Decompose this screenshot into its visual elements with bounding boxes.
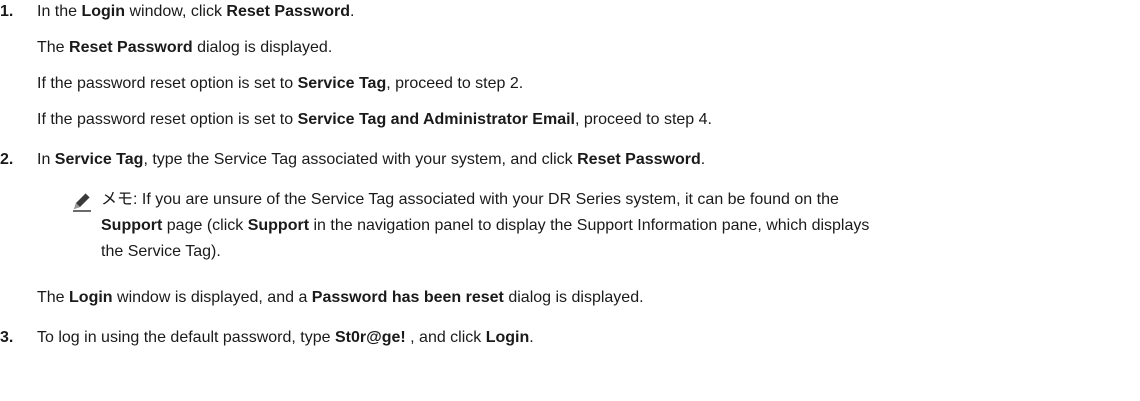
ui-term-login: Login	[485, 329, 530, 346]
step-number: 3.	[0, 329, 14, 346]
pencil-note-icon	[73, 192, 91, 212]
ui-term-reset-password: Reset Password	[69, 39, 193, 56]
ui-term-reset-password: Reset Password	[226, 3, 351, 20]
step-3-instruction: To log in using the default password, ty…	[37, 329, 534, 346]
ui-term-support: Support	[101, 217, 163, 234]
ui-term-service-tag: Service Tag	[54, 151, 144, 168]
note-line-3: the Service Tag).	[101, 243, 221, 260]
ui-term-login: Login	[69, 289, 113, 306]
step-1-instruction: In the Login window, click Reset Passwor…	[37, 3, 355, 20]
ui-term-reset-password: Reset Password	[577, 151, 701, 168]
ui-term-service-tag-admin-email: Service Tag and Administrator Email	[297, 111, 575, 128]
note-label: メモ:	[101, 191, 142, 208]
step-2-instruction: In Service Tag, type the Service Tag ass…	[37, 151, 706, 168]
ui-term-login: Login	[81, 3, 126, 20]
step-number: 2.	[0, 151, 14, 168]
note-line-1: メモ: If you are unsure of the Service Tag…	[101, 191, 839, 208]
document-page: 1. In the Login window, click Reset Pass…	[0, 0, 1140, 401]
step-1-result: The Reset Password dialog is displayed.	[37, 39, 333, 56]
step-2-result: The Login window is displayed, and a Pas…	[37, 289, 644, 306]
default-password: St0r@ge!	[334, 329, 406, 346]
ui-term-service-tag: Service Tag	[297, 75, 387, 92]
ui-term-password-reset: Password has been reset	[311, 289, 504, 306]
step-1-condition-a: If the password reset option is set to S…	[37, 75, 524, 92]
step-number: 1.	[0, 3, 14, 20]
note-line-2: Support page (click Support in the navig…	[101, 217, 870, 234]
ui-term-support: Support	[247, 217, 310, 234]
step-1-condition-b: If the password reset option is set to S…	[37, 111, 712, 128]
